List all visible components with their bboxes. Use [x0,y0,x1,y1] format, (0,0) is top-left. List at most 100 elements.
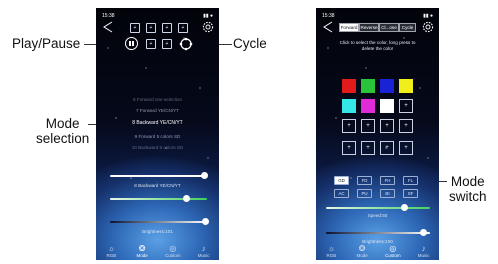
gear-icon[interactable] [201,20,215,34]
music-note-icon: ♪ [201,244,206,253]
sun-icon: ☼ [327,244,336,253]
empty-color-slot[interactable]: + [361,119,375,133]
pause-bar-icon [129,41,131,46]
mode-list-item[interactable]: 9 Forward 5 colors SD [96,134,219,139]
speed-label: 8 Backward YE/CN/YT [134,183,181,188]
empty-color-slot[interactable]: + [361,141,375,155]
instruction-text: Click to select the color, long press to… [339,40,416,51]
mode-selection-callout: Mode selection [36,116,90,146]
mode-button-gd[interactable]: GD [334,176,349,185]
color-swatch[interactable] [380,99,394,113]
gear-icon[interactable] [421,20,435,34]
speed-slider-thumb[interactable] [401,204,408,211]
nav-label: Custom [165,253,181,258]
tab-cycle[interactable]: Cycle [399,23,416,32]
back-arrow-icon[interactable] [321,20,335,34]
status-bar: 15:38 ▮▮ ● [322,13,433,19]
tab-close[interactable]: Cl...ose [379,23,399,32]
empty-color-slot[interactable]: + [380,141,394,155]
music-note-icon: ♪ [421,244,426,253]
play-pause-callout: Play/Pause [12,36,81,51]
sun-icon: ☼ [107,244,116,253]
mode-button-fl[interactable]: FL [403,176,418,185]
nav-rgb[interactable]: ☼ RGB [319,244,343,258]
nav-mode[interactable]: ❂ Mode [130,244,154,258]
mode-button-fh[interactable]: FH [380,176,395,185]
nav-music[interactable]: ♪ Music [412,244,436,258]
color-swatch[interactable] [361,99,375,113]
direction-tabs: Forward Reverse Cl...ose Cycle [339,23,416,32]
bottom-nav: ☼ RGB ❂ Mode ◎ Custom ♪ Music [96,240,219,260]
nav-label: Mode [356,253,368,258]
flower-icon: ❂ [358,244,366,253]
brightness-label: Brightness:101 [142,229,173,234]
nav-label: Custom [385,253,401,258]
mode-button-fd[interactable]: FD [357,176,372,185]
right-phone-screen: 15:38 ▮▮ ● Forward Reverse Cl...ose Cycl… [316,8,439,260]
mode-list-item[interactable]: 10 Backward 5 colors SD [96,145,219,150]
nav-label: Music [417,253,430,258]
color-slot[interactable]: + [162,39,172,49]
mode-button-sf[interactable]: SF [403,189,418,198]
color-slot[interactable]: + [146,39,156,49]
nav-label: Music [197,253,210,258]
bottom-nav: ☼ RGB ❂ Mode ◎ Custom ♪ Music [316,240,439,260]
status-icons: ▮▮ ● [423,13,433,19]
mode-switch-callout: Mode switch [449,174,487,204]
flower-icon: ❂ [138,244,146,253]
mode-button-ac[interactable]: AC [334,189,349,198]
mode-button-bi[interactable]: BI [380,189,395,198]
left-phone-screen: 15:38 ▮▮ ● + + + + + + 8 Forward one sel… [96,8,219,260]
mode-button-pu[interactable]: PU [357,189,372,198]
status-time: 15:38 [102,13,115,19]
cycle-callout: Cycle [233,36,267,51]
nav-music[interactable]: ♪ Music [192,244,216,258]
pause-bar-icon [132,41,134,46]
speed-slider-thumb[interactable] [201,172,208,179]
color-slot[interactable]: + [178,23,188,33]
nav-label: RGB [326,253,337,258]
brightness-slider-thumb[interactable] [420,229,427,236]
nav-mode[interactable]: ❂ Mode [350,244,374,258]
speed-slider[interactable] [326,207,430,209]
tab-reverse[interactable]: Reverse [359,23,379,32]
mode-list-item-selected[interactable]: 8 Backward YE/CN/YT [96,120,219,126]
color-swatch[interactable] [399,79,413,93]
intensity-slider[interactable] [110,198,207,200]
tab-forward[interactable]: Forward [339,23,359,32]
color-slot[interactable]: + [146,23,156,33]
status-time: 15:38 [322,13,335,19]
nav-label: Mode [136,253,148,258]
brightness-slider-thumb[interactable] [202,218,209,225]
play-pause-button[interactable] [125,37,138,50]
color-slot[interactable]: + [162,23,172,33]
empty-color-slot[interactable]: + [342,141,356,155]
nav-rgb[interactable]: ☼ RGB [99,244,123,258]
back-arrow-icon[interactable] [101,20,115,34]
nav-custom[interactable]: ◎ Custom [161,244,185,258]
color-swatch[interactable] [361,79,375,93]
speed-label: Speed:50 [367,213,388,218]
cycle-icon[interactable] [179,37,193,51]
empty-color-slot[interactable]: + [399,99,413,113]
empty-color-slot[interactable]: + [380,119,394,133]
status-bar: 15:38 ▮▮ ● [102,13,213,19]
status-icons: ▮▮ ● [203,13,213,19]
color-swatch[interactable] [380,79,394,93]
color-swatch[interactable] [342,79,356,93]
color-swatch[interactable] [342,99,356,113]
empty-color-slot[interactable]: + [399,141,413,155]
mode-list-item[interactable]: 7 Forward YE/CN/YT [96,108,219,113]
empty-color-slot[interactable]: + [399,119,413,133]
mode-list-item[interactable]: 8 Forward one selection [96,97,219,102]
speed-slider[interactable] [110,175,207,177]
color-slot[interactable]: + [130,23,140,33]
intensity-slider-thumb[interactable] [183,195,190,202]
brightness-slider[interactable] [110,221,207,223]
empty-color-slot[interactable]: + [342,119,356,133]
nav-label: RGB [106,253,117,258]
nav-custom[interactable]: ◎ Custom [381,244,405,258]
target-icon: ◎ [169,244,177,253]
target-icon: ◎ [389,244,397,253]
brightness-slider[interactable] [326,232,430,234]
